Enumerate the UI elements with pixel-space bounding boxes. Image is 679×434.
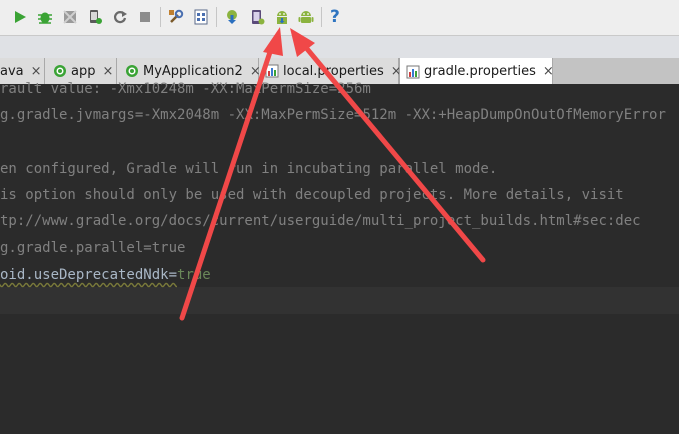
help-icon[interactable]: ? — [330, 7, 346, 27]
attach-debugger-icon[interactable] — [62, 9, 78, 25]
code-line: g.gradle.jvmargs=-Xmx2048m -XX:MaxPermSi… — [0, 102, 666, 129]
code-line: tp://www.gradle.org/docs/current/usergui… — [0, 213, 641, 229]
code-line: is option should only be used with decou… — [0, 187, 624, 203]
tab-close-icon[interactable]: × — [543, 64, 554, 79]
toolbar-separator — [321, 7, 322, 27]
caret-line-highlight — [0, 287, 679, 314]
android-icon[interactable] — [298, 9, 314, 25]
tab-label: gradle.properties — [424, 64, 536, 79]
property-value: -Xmx2048m -XX:MaxPermSize=512m -XX:+Heap… — [143, 107, 666, 123]
rerun-icon[interactable] — [112, 9, 128, 25]
avd-manager-icon[interactable] — [249, 9, 265, 25]
property-key: oid.useDeprecatedNdk= — [0, 267, 178, 283]
tab-bar-background — [0, 36, 679, 58]
toolbar-separator — [160, 7, 161, 27]
property-value: true — [177, 267, 211, 283]
toolbar-separator — [216, 7, 217, 27]
code-line: g.gradle.parallel=true — [0, 235, 185, 262]
properties-file-icon — [406, 65, 420, 78]
stop-icon[interactable] — [137, 9, 153, 25]
project-structure-icon[interactable] — [168, 9, 184, 25]
property-key: g.gradle.jvmargs= — [0, 107, 144, 123]
sync-project-icon[interactable] — [224, 9, 240, 25]
code-editor[interactable]: rault value: -Xmx10248m -XX:MaxPermSize=… — [0, 81, 679, 434]
main-toolbar: ? — [0, 0, 679, 36]
run-icon[interactable] — [12, 9, 28, 25]
debug-icon[interactable] — [37, 9, 53, 25]
sdk-manager-icon[interactable] — [193, 9, 209, 25]
tab-gradle-properties[interactable]: gradle.properties × — [399, 58, 554, 85]
property-value: true — [151, 240, 186, 256]
android-device-monitor-icon[interactable] — [87, 9, 103, 25]
property-key: g.gradle.parallel= — [0, 240, 152, 256]
code-line: oid.useDeprecatedNdk=true — [0, 262, 211, 289]
code-line: en configured, Gradle will run in incuba… — [0, 161, 498, 177]
code-line: rault value: -Xmx10248m -XX:MaxPermSize=… — [0, 81, 371, 97]
android-download-icon[interactable] — [274, 9, 290, 25]
